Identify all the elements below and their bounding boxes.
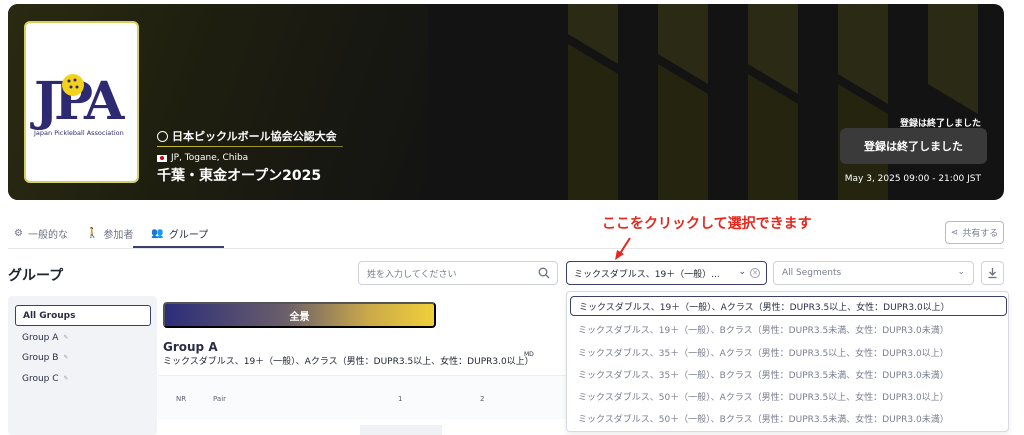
dropdown-option[interactable]: ミックスダブルス、50＋（一般）、Bクラス（男性：DUPR3.5未満、女性：DU… xyxy=(570,408,1007,428)
tab-label: 参加者 xyxy=(103,230,134,241)
chevron-down-icon[interactable]: ⌄ xyxy=(957,267,965,277)
overview-pill[interactable]: 全景 xyxy=(163,302,436,328)
dropdown-option[interactable]: ミックスダブルス、35＋（一般）、Aクラス（男性：DUPR3.5以上、女性：DU… xyxy=(570,342,1007,362)
sidebar-item-label: Group B xyxy=(22,352,59,363)
share-icon: ⋖ xyxy=(950,227,959,237)
tab-participants[interactable]: 🚶 参加者 xyxy=(86,226,133,241)
edit-icon: ✎ xyxy=(63,354,69,361)
svg-text:Japan Pickleball Association: Japan Pickleball Association xyxy=(33,129,124,137)
tab-label: グループ xyxy=(168,230,209,241)
column-header-1: 1 xyxy=(398,395,403,403)
tab-bar: ⚙ 一般的な 🚶 参加者 👥 グループ xyxy=(14,226,208,241)
column-header-2: 2 xyxy=(480,395,485,403)
search-input[interactable] xyxy=(359,264,529,286)
dropdown-option[interactable]: ミックスダブルス、50＋（一般）、Aクラス（男性：DUPR3.5以上、女性：DU… xyxy=(570,386,1007,406)
download-icon xyxy=(988,268,997,279)
tab-label: 一般的な xyxy=(27,230,68,241)
edit-icon: ✎ xyxy=(63,334,69,341)
division-select[interactable]: ミックスダブルス、19＋（一般）... ⌄ ✕ xyxy=(566,261,767,285)
column-header-pair: Pair xyxy=(213,395,227,403)
japan-flag-icon xyxy=(157,154,167,162)
annotation-text: ここをクリックして選択できます xyxy=(602,216,812,232)
tab-general[interactable]: ⚙ 一般的な xyxy=(14,226,68,241)
group-title: Group A xyxy=(163,340,218,354)
dropdown-option[interactable]: ミックスダブルス、19＋（一般）、Bクラス（男性：DUPR3.5未満、女性：DU… xyxy=(570,319,1007,339)
share-button[interactable]: ⋖ 共有する xyxy=(945,221,1004,244)
event-location: JP, Togane, Chiba xyxy=(157,153,248,163)
sidebar-item-group-a[interactable]: Group A ✎ xyxy=(15,327,151,348)
location-text: JP, Togane, Chiba xyxy=(171,153,249,163)
dropdown-option[interactable]: ミックスダブルス、35＋（一般）、Bクラス（男性：DUPR3.5未満、女性：DU… xyxy=(570,364,1007,384)
sidebar-item-label: All Groups xyxy=(23,310,76,321)
chevron-down-icon[interactable]: ⌄ xyxy=(738,267,746,277)
search-icon[interactable] xyxy=(538,267,550,279)
sidebar-item-group-c[interactable]: Group C ✎ xyxy=(15,368,151,389)
segments-select[interactable]: All Segments ⌄ xyxy=(773,261,974,285)
dropdown-option[interactable]: ミックスダブルス、19＋（一般）、Aクラス（男性：DUPR3.5以上、女性：DU… xyxy=(570,296,1007,316)
division-dropdown-menu: ミックスダブルス、19＋（一般）、Aクラス（男性：DUPR3.5以上、女性：DU… xyxy=(566,291,1009,432)
sidebar-item-label: Group A xyxy=(22,332,59,343)
column-header-nr: NR xyxy=(176,395,187,403)
certification-badge: 日本ピックルボール協会公認大会 xyxy=(157,128,337,144)
segments-placeholder: All Segments xyxy=(782,268,842,278)
share-label: 共有する xyxy=(962,228,999,238)
edit-icon: ✎ xyxy=(63,375,69,382)
banner-pattern xyxy=(568,4,978,200)
pickleball-icon xyxy=(157,130,168,142)
event-title: 千葉・東金オープン2025 xyxy=(157,168,322,184)
section-title: グループ xyxy=(8,268,64,284)
jpa-logo-icon: J A P Japan Pickleball Association xyxy=(30,71,125,137)
group-badge: MD xyxy=(524,351,534,358)
people-icon: 👥 xyxy=(151,228,164,239)
divider xyxy=(157,146,343,147)
group-subtitle: ミックスダブルス、19＋（一般）、Aクラス（男性：DUPR3.5以上、女性：DU… xyxy=(163,357,534,367)
download-button[interactable] xyxy=(981,261,1004,285)
tab-groups[interactable]: 👥 グループ xyxy=(151,226,208,241)
sidebar-item-group-b[interactable]: Group B ✎ xyxy=(15,347,151,368)
table-row xyxy=(360,425,442,435)
sidebar-item-all-groups[interactable]: All Groups xyxy=(15,305,151,326)
groups-sidebar: All Groups Group A ✎ Group B ✎ Group C ✎ xyxy=(8,296,157,435)
gear-icon: ⚙ xyxy=(14,228,23,239)
clear-icon[interactable]: ✕ xyxy=(750,268,760,278)
registration-closed-button[interactable]: 登録は終了しました xyxy=(840,128,987,164)
search-box xyxy=(358,261,558,286)
annotation-arrow-icon xyxy=(615,237,631,260)
event-banner: J A P Japan Pickleball Association 日本ピック… xyxy=(8,4,1004,200)
person-walking-icon: 🚶 xyxy=(85,228,99,239)
tab-divider xyxy=(8,248,1004,249)
event-datetime: May 3, 2025 09:00 - 21:00 JST xyxy=(844,174,981,184)
event-logo: J A P Japan Pickleball Association xyxy=(24,21,139,183)
division-select-value: ミックスダブルス、19＋（一般）... xyxy=(574,269,720,280)
certification-text: 日本ピックルボール協会公認大会 xyxy=(172,130,337,143)
sidebar-item-label: Group C xyxy=(22,373,59,384)
